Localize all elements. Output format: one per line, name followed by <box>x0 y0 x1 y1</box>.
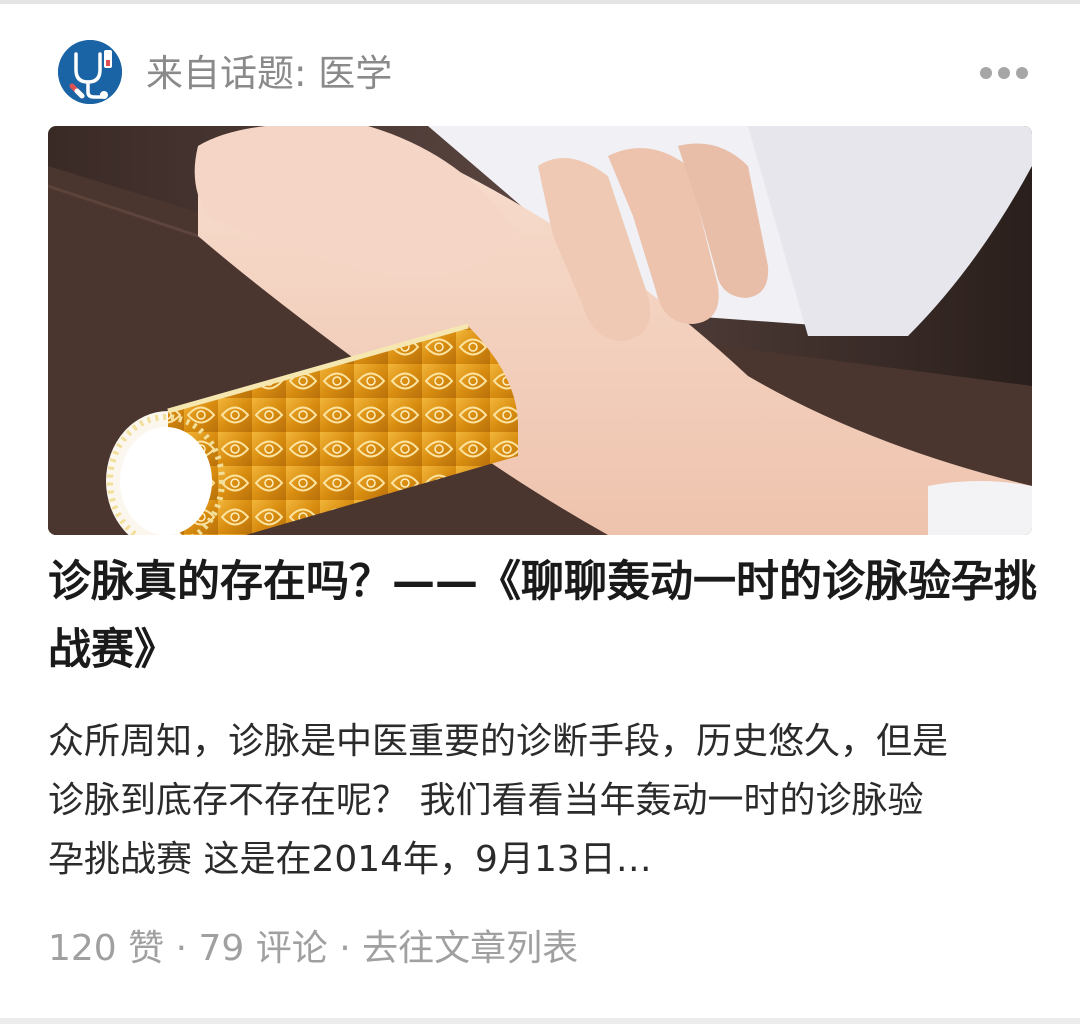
article-excerpt[interactable]: 众所周知，诊脉是中医重要的诊断手段，历史悠久，但是诊脉到底存不存在呢？ 我们看看… <box>48 712 948 889</box>
meta-separator: · <box>164 928 199 969</box>
top-divider <box>0 0 1080 4</box>
more-dots-icon <box>980 67 992 79</box>
article-meta: 120 赞 · 79 评论 · 去往文章列表 <box>48 924 578 974</box>
card-header: 来自话题: 医学 <box>58 40 1038 106</box>
comment-count[interactable]: 79 评论 <box>199 928 328 969</box>
like-count[interactable]: 120 赞 <box>48 928 164 969</box>
article-list-link[interactable]: 去往文章列表 <box>362 928 578 969</box>
stethoscope-icon <box>58 40 122 104</box>
cover-image[interactable] <box>48 126 1032 535</box>
topic-avatar[interactable] <box>58 40 122 104</box>
more-options-button[interactable] <box>980 64 1028 82</box>
topic-label[interactable]: 来自话题: 医学 <box>146 52 392 96</box>
more-dot <box>1016 67 1028 79</box>
meta-separator: · <box>327 928 363 969</box>
pulse-diagnosis-photo <box>48 126 1032 535</box>
more-dot <box>998 67 1010 79</box>
article-title[interactable]: 诊脉真的存在吗？——《聊聊轰动一时的诊脉验孕挑战赛》 <box>48 548 1038 684</box>
bottom-divider <box>0 1018 1080 1024</box>
